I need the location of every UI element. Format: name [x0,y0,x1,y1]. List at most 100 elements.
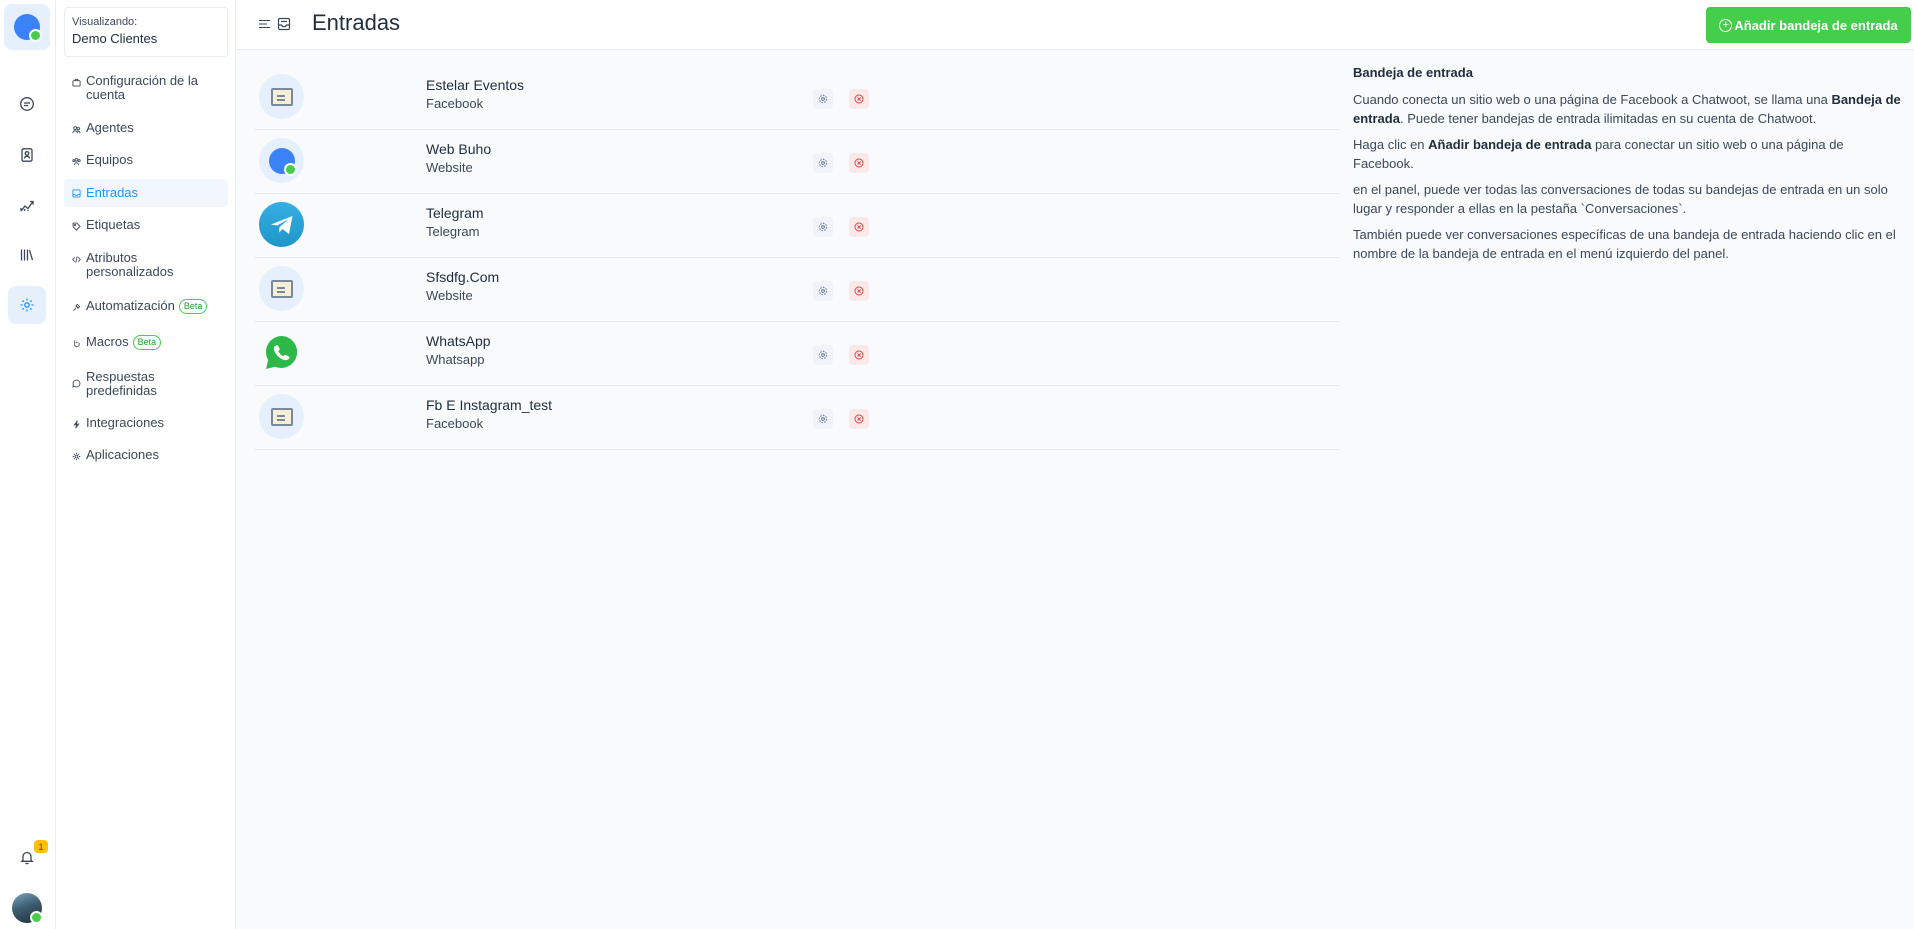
account-switcher-label: Visualizando: [72,16,138,28]
inbox-name: Web Buho [426,141,492,157]
inbox-channel: Whatsapp [426,352,485,367]
inbox-settings-button[interactable] [813,217,833,237]
table-row[interactable]: Web Buho Website [254,130,1339,194]
gear-icon [818,94,828,104]
inbox-avatar-icon [259,266,304,311]
account-logo[interactable] [4,4,50,50]
close-circle-icon [854,414,864,424]
inbox-settings-button[interactable] [813,89,833,109]
chat-icon [72,379,81,388]
reports-icon[interactable] [8,186,46,224]
inbox-settings-button[interactable] [813,345,833,365]
user-avatar[interactable] [12,893,43,924]
inbox-delete-button[interactable] [849,281,869,301]
account-avatar-icon [14,14,42,42]
telegram-icon [259,202,304,247]
add-circle-icon: + [1719,18,1733,32]
gear-icon [818,286,828,296]
tag-icon [72,222,81,231]
inbox-delete-button[interactable] [849,409,869,429]
gear-icon [818,350,828,360]
table-row[interactable]: Estelar Eventos Facebook [254,66,1339,130]
gear-icon [818,222,828,232]
sidebar-item-label: Atributos personalizados [86,250,174,279]
sidebar-item-label: Entradas [86,185,139,200]
sidebar-item-label: Integraciones [86,415,165,430]
sidebar-item-label: Automatización [86,298,175,313]
inbox-name: Sfsdfg.Com [426,269,500,285]
sidebar-item-label: Equipos [86,152,133,167]
sidebar-item-applications[interactable]: Aplicaciones [64,448,228,462]
macros-icon [74,340,80,348]
inbox-icon [277,17,291,31]
add-inbox-button-label: Añadir bandeja de entrada [1734,17,1898,33]
inbox-icon [72,188,81,198]
inbox-settings-button[interactable] [813,153,833,173]
page-header [236,0,1914,50]
inbox-delete-button[interactable] [849,153,869,173]
sidebar-item-integrations[interactable]: Integraciones [64,416,228,430]
account-switcher[interactable]: Visualizando: Demo Clientes [64,7,228,57]
sidebar-item-label: Aplicaciones [86,447,159,462]
inbox-channel: Telegram [426,224,480,239]
inbox-settings-button[interactable] [813,281,833,301]
settings-icon[interactable] [8,286,46,324]
table-row[interactable]: Sfsdfg.Com Website [254,258,1339,322]
whatsapp-icon [259,330,304,375]
sidebar-item-agents[interactable]: Agentes [64,121,228,135]
inbox-delete-button[interactable] [849,345,869,365]
close-circle-icon [854,222,864,232]
sidebar-item-automation[interactable]: Automatización Beta [64,299,228,314]
inbox-avatar-icon [259,138,304,183]
sidebar-item-macros[interactable]: Macros Beta [64,335,228,350]
beta-badge: Beta [178,299,208,314]
menu-toggle-icon[interactable] [259,19,270,29]
table-row[interactable]: WhatsApp Whatsapp [254,322,1339,386]
sidebar-item-inboxes[interactable]: Entradas [64,179,228,207]
sidebar-item-teams[interactable]: Equipos [64,153,228,167]
sidebar-item-account-settings[interactable]: Configuración de la cuenta [64,74,228,102]
page-title: Entradas [312,10,401,35]
sidebar-item-label: Agentes [86,120,134,135]
sidebar-item-label: Etiquetas [86,217,141,232]
beta-badge: Beta [132,335,162,350]
conversations-icon[interactable] [8,85,46,123]
inbox-settings-button[interactable] [813,409,833,429]
inbox-name: Fb E Instagram_test [426,397,553,413]
library-icon[interactable] [8,236,46,274]
help-panel: Bandeja de entrada Cuando conecta un sit… [1353,63,1903,270]
inbox-delete-button[interactable] [849,89,869,109]
team-icon [72,157,81,166]
inbox-channel: Facebook [426,416,484,431]
close-circle-icon [854,158,864,168]
contacts-icon[interactable] [8,136,46,174]
inbox-channel: Website [426,160,473,175]
sidebar-item-label: Respuestas predefinidas [86,369,157,398]
settings-sidebar: Visualizando: Demo Clientes Configuració… [56,0,236,929]
inbox-channel: Facebook [426,96,484,111]
close-circle-icon [854,350,864,360]
icon-rail: 1 [0,0,56,929]
help-paragraph: También puede ver conversaciones específ… [1353,226,1896,262]
apps-icon [72,452,81,461]
sidebar-item-canned-responses[interactable]: Respuestas predefinidas [64,370,228,398]
account-name: Demo Clientes [72,31,158,46]
sidebar-item-label: Macros [86,334,129,349]
inbox-list: Estelar Eventos Facebook Web Buho Websit… [254,66,1339,450]
close-circle-icon [854,286,864,296]
inbox-delete-button[interactable] [849,217,869,237]
inbox-name: Estelar Eventos [426,77,525,93]
table-row[interactable]: Fb E Instagram_test Facebook [254,386,1339,450]
inbox-avatar-icon [259,394,304,439]
close-circle-icon [854,94,864,104]
table-row[interactable]: Telegram Telegram [254,194,1339,258]
sidebar-item-labels[interactable]: Etiquetas [64,218,228,232]
help-paragraph: Haga clic en Añadir bandeja de entrada p… [1353,136,1844,172]
gear-icon [818,414,828,424]
code-icon [72,256,81,263]
sidebar-item-custom-attributes[interactable]: Atributos personalizados [64,251,228,279]
add-inbox-button[interactable]: + Añadir bandeja de entrada [1706,7,1911,43]
inbox-avatar-icon [259,74,304,119]
inbox-name: WhatsApp [426,333,491,349]
flash-icon [73,420,80,429]
